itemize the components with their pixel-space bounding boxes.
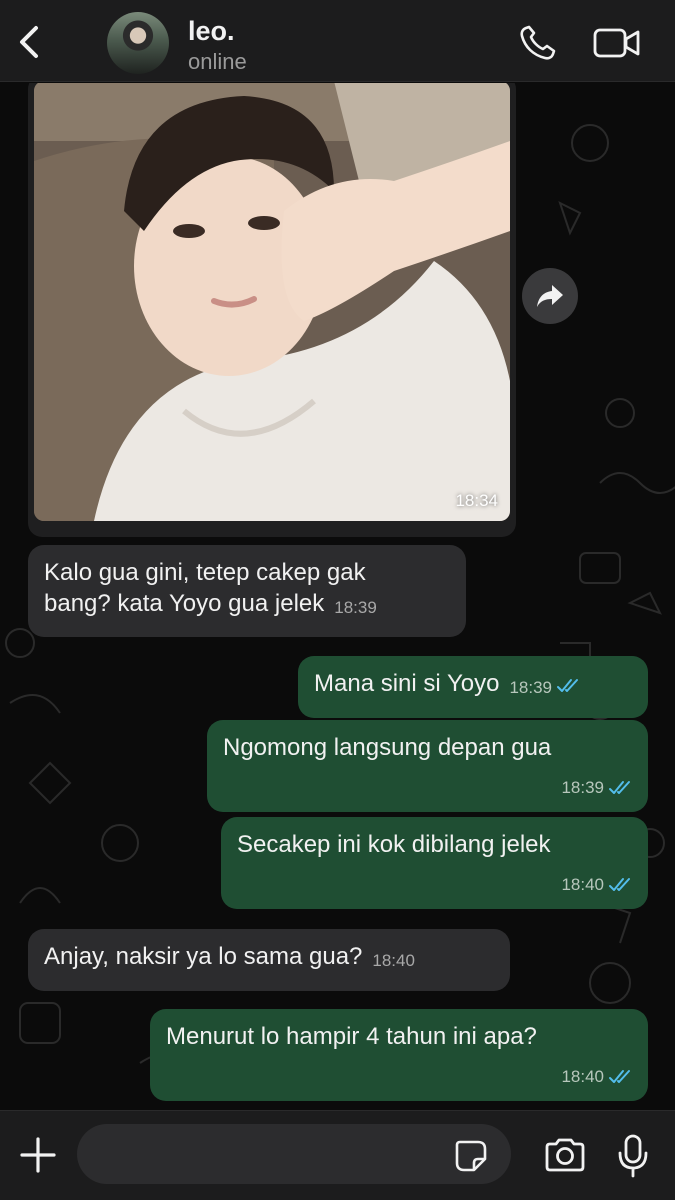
message-text: Anjay, naksir ya lo sama gua? bbox=[44, 943, 363, 970]
camera-button[interactable] bbox=[543, 1137, 587, 1173]
message-meta: 18:40 bbox=[561, 1061, 634, 1092]
message-text: Mana sini si Yoyo bbox=[314, 670, 500, 697]
double-check-icon bbox=[609, 1070, 630, 1083]
voice-call-button[interactable] bbox=[518, 24, 558, 62]
outgoing-message[interactable]: Secakep ini kok dibilang jelek 18:40 bbox=[221, 817, 648, 909]
contact-status: online bbox=[188, 49, 247, 74]
double-check-icon bbox=[557, 679, 578, 692]
message-time: 18:39 bbox=[334, 598, 377, 617]
message-text-line-2: bang? kata Yoyo gua jelek bbox=[44, 590, 325, 617]
plus-icon bbox=[20, 1137, 56, 1173]
attach-button[interactable] bbox=[18, 1135, 58, 1175]
video-camera-icon bbox=[593, 28, 640, 58]
photo-content bbox=[34, 83, 510, 521]
message-text: Menurut lo hampir 4 tahun ini apa? bbox=[166, 1023, 537, 1050]
video-call-button[interactable] bbox=[592, 26, 642, 60]
forward-button[interactable] bbox=[522, 268, 578, 324]
chat-header: leo. online bbox=[0, 0, 675, 82]
sticker-icon bbox=[455, 1140, 487, 1172]
message-text-line: Kalo gua gini, tetep cakep gak bbox=[44, 559, 366, 586]
message-time: 18:39 bbox=[561, 778, 604, 797]
outgoing-message[interactable]: Menurut lo hampir 4 tahun ini apa? 18:40 bbox=[150, 1009, 648, 1101]
contact-name[interactable]: leo. bbox=[188, 16, 235, 47]
message-meta: 18:40 bbox=[561, 869, 634, 900]
message-text: Secakep ini kok dibilang jelek bbox=[237, 831, 551, 858]
message-time: 18:40 bbox=[561, 1067, 604, 1086]
message-text: Ngomong langsung depan gua bbox=[223, 734, 552, 761]
microphone-button[interactable] bbox=[616, 1133, 650, 1179]
message-time: 18:39 bbox=[509, 678, 552, 697]
image-message[interactable]: 18:34 bbox=[28, 83, 516, 537]
message-meta: 18:39 bbox=[561, 772, 634, 803]
chat-area[interactable]: 18:34 Kalo gua gini, tetep cakep gak ban… bbox=[0, 83, 675, 1110]
message-input[interactable] bbox=[77, 1124, 511, 1184]
message-time: 18:40 bbox=[372, 951, 415, 970]
incoming-message[interactable]: Kalo gua gini, tetep cakep gak bang? kat… bbox=[28, 545, 466, 637]
contact-avatar[interactable] bbox=[107, 12, 169, 74]
back-button[interactable] bbox=[10, 20, 50, 64]
outgoing-message[interactable]: Ngomong langsung depan gua 18:39 bbox=[207, 720, 648, 812]
outgoing-message[interactable]: Mana sini si Yoyo 18:39 bbox=[298, 656, 648, 718]
message-time: 18:40 bbox=[561, 875, 604, 894]
incoming-message[interactable]: Anjay, naksir ya lo sama gua? 18:40 bbox=[28, 929, 510, 991]
phone-icon bbox=[520, 25, 556, 60]
message-photo[interactable]: 18:34 bbox=[34, 83, 510, 521]
message-composer bbox=[0, 1110, 675, 1200]
forward-arrow-icon bbox=[537, 285, 563, 307]
message-time: 18:34 bbox=[455, 491, 498, 510]
sticker-button[interactable] bbox=[454, 1139, 488, 1173]
message-text-line: bang? kata Yoyo gua jelek 18:39 bbox=[44, 588, 450, 623]
chevron-left-icon bbox=[20, 26, 38, 58]
double-check-icon bbox=[609, 781, 630, 794]
camera-icon bbox=[545, 1138, 585, 1172]
microphone-icon bbox=[618, 1134, 648, 1178]
double-check-icon bbox=[609, 878, 630, 891]
